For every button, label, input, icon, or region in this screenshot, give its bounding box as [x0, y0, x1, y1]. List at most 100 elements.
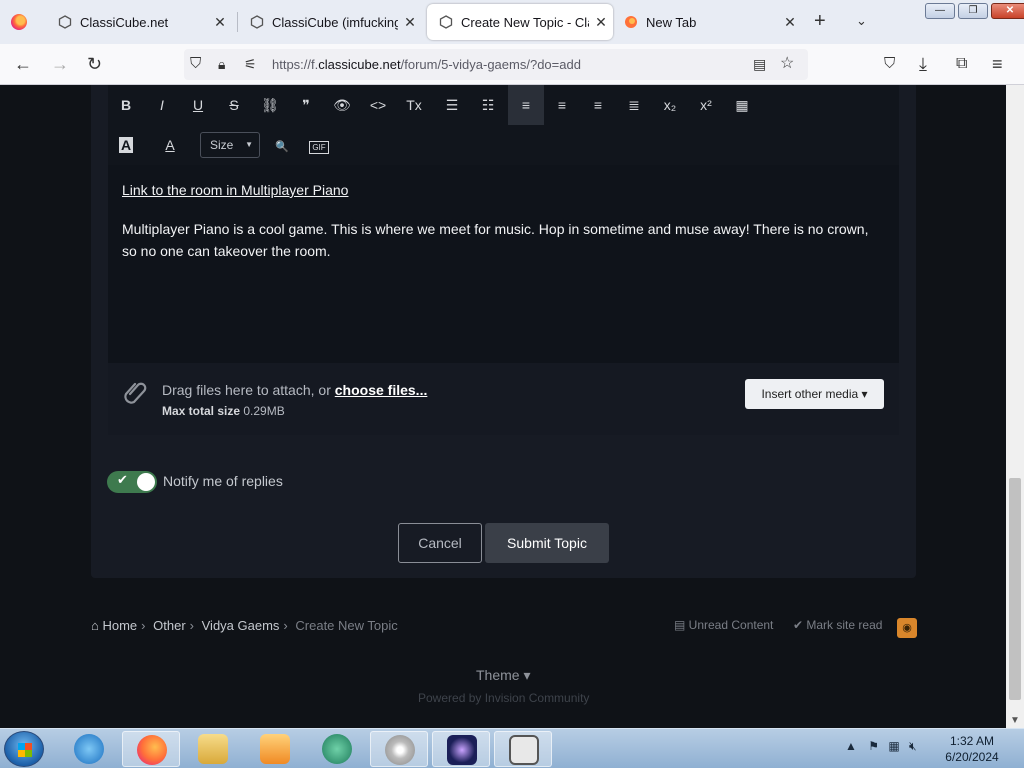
taskbar-app-green[interactable] [308, 731, 366, 767]
editor-toolbar-row-2: A A Size ▼ 🔍 GIF [108, 125, 899, 165]
taskbar-classicube[interactable] [494, 731, 552, 767]
bold-icon: B [120, 97, 132, 113]
mark-site-read-link[interactable]: ✔ Mark site read [793, 618, 882, 632]
maximize-button[interactable]: ❐ [958, 3, 988, 19]
clock-date: 6/20/2024 [945, 750, 999, 764]
powered-by-text[interactable]: Powered by Invision Community [418, 691, 589, 705]
breadcrumb-other[interactable]: Other [153, 618, 186, 633]
editor-content-area[interactable]: Link to the room in Multiplayer Piano Mu… [108, 165, 899, 363]
scroll-down-arrow-icon[interactable]: ▼ [1010, 715, 1020, 726]
reader-view-icon[interactable]: ▤ [753, 54, 766, 74]
bookmark-star-icon[interactable]: ☆ [780, 54, 794, 74]
underline-button[interactable]: U [180, 85, 216, 125]
align-right-button[interactable]: ≡ [580, 85, 616, 125]
justify-icon: ≣ [628, 97, 640, 113]
submit-topic-button[interactable]: Submit Topic [485, 523, 609, 563]
breadcrumb: ⌂ Home › Other › Vidya Gaems › Create New T… [91, 618, 398, 633]
font-size-select[interactable]: Size ▼ [200, 132, 260, 158]
network-icon[interactable]: ▦ [888, 739, 899, 753]
clock[interactable]: 1:32 AM 6/20/2024 [942, 733, 1002, 765]
tab-close-button[interactable]: ✕ [778, 14, 802, 31]
align-left-button[interactable]: ≡ [508, 85, 544, 125]
unread-content-link[interactable]: ▤ Unread Content [674, 618, 773, 632]
link-button[interactable]: ⛓ [252, 85, 288, 125]
taskbar-firefox[interactable] [122, 731, 180, 767]
choose-files-link[interactable]: choose files... [335, 382, 428, 398]
tab-classicube[interactable]: ClassiCube.net ✕ [46, 4, 232, 40]
extensions-icon[interactable]: ⧉ [956, 54, 967, 74]
taskbar-app-disc[interactable] [370, 731, 428, 767]
numbered-list-button[interactable]: ☷ [470, 85, 506, 125]
table-button[interactable]: ▦ [724, 85, 760, 125]
theme-selector[interactable]: Theme ▾ [476, 667, 531, 684]
preview-button[interactable]: 🔍 [264, 125, 300, 165]
media-player-icon [260, 734, 290, 764]
notify-replies-toggle[interactable]: ✔ [107, 471, 157, 493]
start-button[interactable] [4, 731, 44, 767]
taskbar-media-player[interactable] [246, 731, 304, 767]
pocket-icon[interactable]: ⛉ [884, 54, 895, 74]
close-window-button[interactable]: ✕ [991, 3, 1024, 19]
breadcrumb-vidya-gaems[interactable]: Vidya Gaems [202, 618, 280, 633]
firefox-menu-icon[interactable] [11, 14, 27, 30]
justify-button[interactable]: ≣ [616, 85, 652, 125]
italic-button[interactable]: I [144, 85, 180, 125]
url-text[interactable]: https://f.classicube.net/forum/5-vidya-g… [272, 57, 581, 72]
tab-close-button[interactable]: ✕ [589, 14, 613, 31]
quote-icon: ❞ [302, 97, 310, 113]
new-tab-button[interactable]: + [814, 11, 826, 31]
bold-button[interactable]: B [108, 85, 144, 125]
cancel-button[interactable]: Cancel [398, 523, 482, 563]
quote-button[interactable]: ❞ [288, 85, 324, 125]
check-icon: ✔ [117, 472, 128, 487]
remove-format-icon: Tx [406, 97, 422, 113]
align-center-button[interactable]: ≡ [544, 85, 580, 125]
flag-icon[interactable]: ⚑ [868, 739, 879, 753]
firefox-icon [624, 15, 638, 29]
taskbar-explorer[interactable] [184, 731, 242, 767]
spoiler-button[interactable]: 👁 [324, 85, 360, 125]
taskbar-internet-explorer[interactable] [60, 731, 118, 767]
post-body-text: Multiplayer Piano is a cool game. This i… [122, 221, 869, 259]
strikethrough-button[interactable]: S [216, 85, 252, 125]
back-icon[interactable]: ← [14, 54, 32, 74]
tab-create-new-topic[interactable]: Create New Topic - Class ✕ [427, 4, 613, 40]
volume-muted-icon[interactable]: 🔇︎ [909, 739, 917, 753]
taskbar-app-galaxy[interactable] [432, 731, 490, 767]
scrollbar-thumb[interactable] [1009, 478, 1021, 700]
code-button[interactable]: <> [360, 85, 396, 125]
show-hidden-icons-icon[interactable]: ▲ [845, 739, 857, 753]
rss-icon[interactable]: ◉ [897, 618, 917, 638]
remove-format-button[interactable]: Tx [396, 85, 432, 125]
tab-new-tab[interactable]: New Tab ✕ [612, 4, 802, 40]
superscript-button[interactable]: x² [688, 85, 724, 125]
link-icon: ⛓ [261, 97, 279, 113]
insert-other-media-button[interactable]: Insert other media ▾ [745, 379, 884, 409]
forward-icon[interactable]: → [51, 54, 69, 74]
bullet-list-button[interactable]: ☰ [434, 85, 470, 125]
page-scrollbar[interactable]: ▼ [1006, 85, 1024, 728]
lock-icon[interactable]: 🔒︎ [218, 54, 225, 74]
background-color-button[interactable]: A [108, 125, 144, 165]
tab-classicube-profile[interactable]: ClassiCube (imfuckingo ✕ [238, 4, 422, 40]
italic-icon: I [160, 97, 164, 113]
attachment-dropzone[interactable]: Drag files here to attach, or choose fil… [108, 363, 899, 435]
reload-icon[interactable]: ↻ [87, 54, 102, 74]
home-icon: ⌂ [91, 618, 99, 633]
text-color-button[interactable]: A [152, 125, 188, 165]
gif-button[interactable]: GIF [301, 125, 337, 165]
tab-close-button[interactable]: ✕ [398, 14, 422, 31]
subscript-button[interactable]: x₂ [652, 85, 688, 125]
permissions-icon[interactable]: ⚟ [244, 54, 257, 74]
tab-close-button[interactable]: ✕ [208, 14, 232, 31]
list-all-tabs-button[interactable]: ⌄ [856, 13, 867, 29]
minimize-button[interactable]: — [925, 3, 955, 19]
menu-icon[interactable]: ≡ [992, 54, 1003, 74]
tracking-shield-icon[interactable]: ⛉ [190, 54, 201, 74]
url-bar[interactable]: ⛉ 🔒︎ ⚟ https://f.classicube.net/forum/5-… [184, 49, 808, 80]
downloads-icon[interactable]: ⤓ [919, 54, 927, 74]
breadcrumb-home[interactable]: Home [102, 618, 137, 633]
numbered-list-icon: ☷ [481, 97, 495, 113]
room-link[interactable]: Link to the room in Multiplayer Piano [122, 182, 348, 198]
toggle-knob [137, 473, 155, 491]
